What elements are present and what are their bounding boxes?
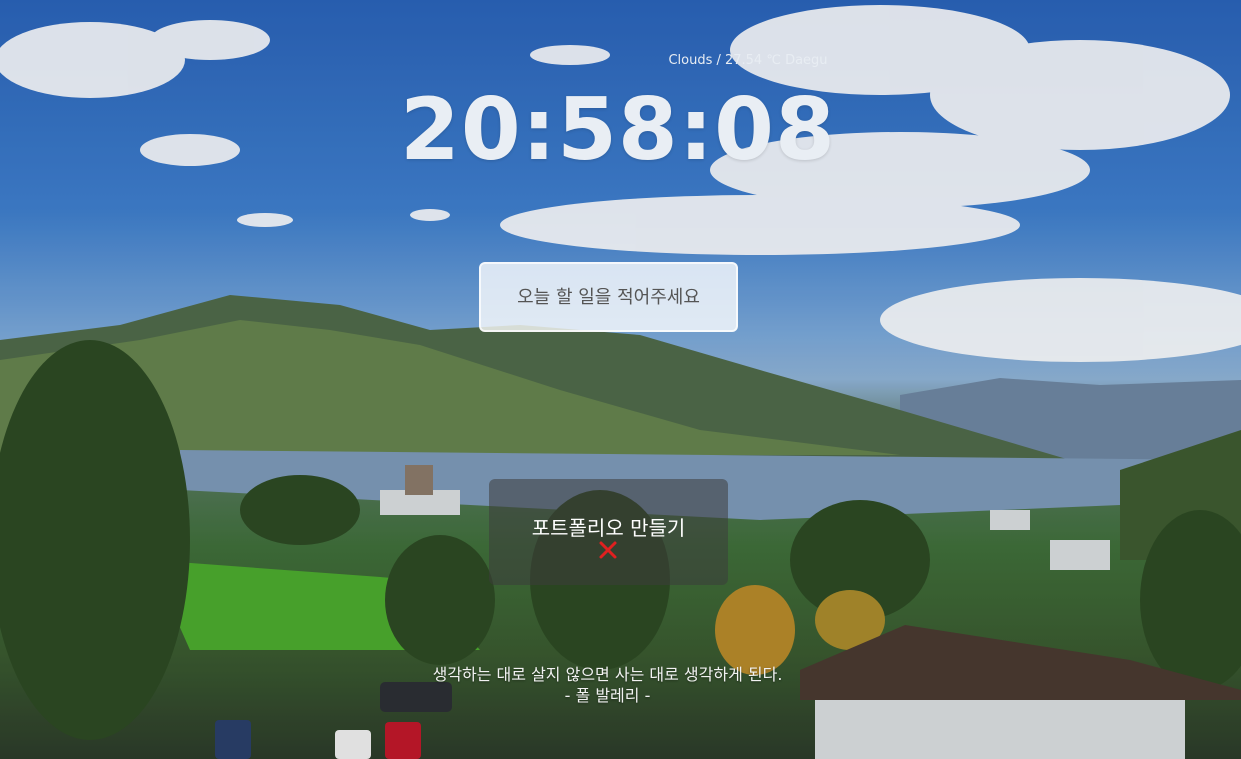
- quote-author: - 폴 발레리 -: [564, 686, 651, 705]
- close-icon: [599, 541, 617, 559]
- quote-text: 생각하는 대로 살지 않으면 사는 대로 생각하게 된다.: [432, 665, 783, 684]
- todo-input[interactable]: [479, 262, 738, 332]
- delete-todo-button[interactable]: [597, 539, 619, 561]
- weather-info: Clouds / 27.54 ℃ Daegu: [668, 53, 828, 68]
- clock-display: 20:58:08: [400, 80, 836, 180]
- quote-block: 생각하는 대로 살지 않으면 사는 대로 생각하게 된다. - 폴 발레리 -: [370, 664, 845, 706]
- todo-item-label: 포트폴리오 만들기: [531, 516, 686, 540]
- todo-list: 포트폴리오 만들기: [489, 479, 728, 585]
